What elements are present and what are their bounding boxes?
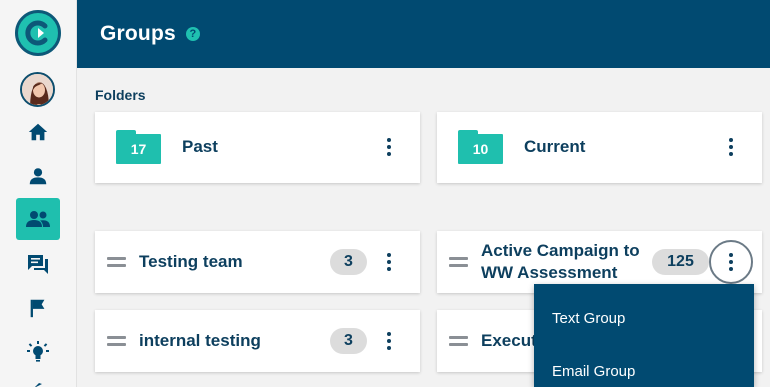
group-name: Active Campaign to WW Assessment bbox=[481, 241, 640, 282]
logo-icon bbox=[25, 20, 48, 46]
nav-more-icon[interactable] bbox=[33, 378, 43, 387]
drag-handle-icon[interactable] bbox=[107, 336, 126, 346]
member-count-badge: 125 bbox=[652, 249, 709, 275]
member-count-badge: 3 bbox=[330, 328, 367, 354]
menu-item-email-group[interactable]: Email Group bbox=[552, 363, 635, 380]
group-name: Execut bbox=[481, 331, 537, 350]
app-logo[interactable] bbox=[15, 10, 61, 56]
nav-campaigns[interactable] bbox=[16, 287, 60, 329]
group-actions-dropdown: Text Group Email Group bbox=[534, 284, 754, 387]
group-name: internal testing bbox=[139, 331, 261, 350]
folder-count: 10 bbox=[458, 134, 503, 164]
folder-name: Current bbox=[524, 137, 586, 156]
nav-ideas[interactable] bbox=[16, 331, 60, 373]
folder-card-current[interactable]: 10 Current bbox=[437, 112, 762, 183]
lightbulb-icon bbox=[27, 341, 49, 362]
folder-icon: 17 bbox=[116, 130, 161, 164]
group-menu-icon[interactable] bbox=[377, 326, 401, 356]
home-icon bbox=[28, 123, 48, 141]
member-count-badge: 3 bbox=[330, 249, 367, 275]
group-name: Testing team bbox=[139, 252, 243, 271]
person-icon bbox=[29, 168, 47, 185]
page-title: Groups bbox=[100, 22, 176, 45]
drag-handle-icon[interactable] bbox=[449, 336, 468, 346]
folder-menu-icon[interactable] bbox=[377, 132, 401, 162]
group-card-testing-team[interactable]: Testing team 3 bbox=[95, 231, 420, 293]
folder-count: 17 bbox=[116, 134, 161, 164]
folder-card-past[interactable]: 17 Past bbox=[95, 112, 420, 183]
nav-groups[interactable] bbox=[16, 198, 60, 240]
group-menu-icon[interactable] bbox=[377, 247, 401, 277]
sidebar bbox=[0, 0, 77, 387]
page-header: Groups ? bbox=[77, 0, 770, 68]
folder-menu-icon[interactable] bbox=[719, 132, 743, 162]
nav-messages[interactable] bbox=[16, 243, 60, 285]
menu-item-text-group[interactable]: Text Group bbox=[552, 310, 625, 327]
drag-handle-icon[interactable] bbox=[449, 257, 468, 267]
user-avatar[interactable] bbox=[20, 72, 55, 107]
nav-contacts[interactable] bbox=[16, 155, 60, 197]
people-icon bbox=[26, 211, 50, 227]
group-menu-icon[interactable] bbox=[709, 240, 753, 284]
flag-icon bbox=[30, 299, 45, 318]
chat-icon bbox=[28, 255, 48, 274]
group-card-internal-testing[interactable]: internal testing 3 bbox=[95, 310, 420, 372]
folder-name: Past bbox=[182, 137, 218, 156]
drag-handle-icon[interactable] bbox=[107, 257, 126, 267]
avatar-image bbox=[22, 74, 53, 105]
folder-icon: 10 bbox=[458, 130, 503, 164]
folders-section-label: Folders bbox=[95, 87, 146, 103]
nav-home[interactable] bbox=[16, 111, 60, 153]
help-icon[interactable]: ? bbox=[185, 27, 200, 41]
